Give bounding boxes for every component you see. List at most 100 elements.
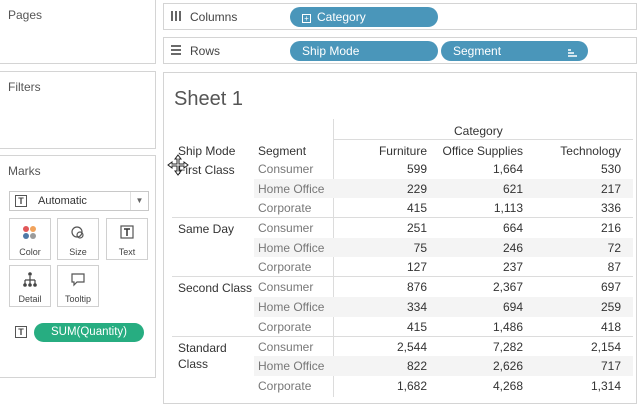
group-divider	[172, 335, 633, 337]
segment-header: Segment	[258, 144, 307, 158]
value-cell: 2,367	[492, 280, 523, 295]
value-cell: 72	[607, 240, 621, 255]
value-cell: 4,268	[492, 378, 523, 393]
category-pill-label: Category	[317, 10, 366, 24]
value-cell: 216	[600, 221, 621, 236]
pages-card[interactable]: Pages	[0, 0, 156, 64]
segment-label: Home Office	[258, 181, 325, 196]
chevron-down-icon[interactable]: ▼	[130, 192, 148, 210]
size-label: Size	[69, 247, 87, 257]
value-cell: 127	[406, 260, 427, 275]
group-divider	[172, 217, 633, 219]
value-cell: 697	[600, 280, 621, 295]
rows-icon	[170, 44, 182, 59]
segment-label: Home Office	[258, 300, 325, 314]
group-divider	[172, 276, 633, 278]
text-encoding-icon[interactable]: T	[15, 326, 27, 338]
text-icon	[107, 224, 147, 242]
value-cell: 664	[502, 221, 523, 236]
color-icon	[10, 224, 50, 242]
value-cell: 217	[600, 181, 621, 196]
value-cell: 1,664	[492, 162, 523, 176]
tooltip-label: Tooltip	[64, 294, 91, 304]
filters-card[interactable]: Filters	[0, 71, 156, 149]
ship-mode-label: Same Day	[178, 222, 235, 237]
value-cell: 415	[406, 319, 427, 334]
value-cell: 334	[406, 300, 427, 314]
value-cell: 229	[406, 181, 427, 196]
columns-shelf[interactable]: Columns + Category	[163, 3, 637, 30]
ship-mode-pill[interactable]: Ship Mode	[290, 41, 438, 61]
value-cell: 621	[502, 181, 523, 196]
value-cell: 599	[406, 162, 427, 176]
segment-label: Consumer	[258, 339, 314, 354]
segment-label: Home Office	[258, 240, 325, 255]
rows-shelf[interactable]: Rows Ship Mode Segment	[163, 37, 637, 64]
text-label: Text	[118, 247, 136, 257]
value-cell: 415	[406, 201, 427, 216]
mark-type-label: Automatic	[38, 195, 87, 207]
rows-label: Rows	[190, 44, 221, 58]
detail-label: Detail	[18, 294, 42, 304]
value-cell: 75	[413, 240, 427, 255]
value-cell: 1,486	[492, 319, 523, 334]
marks-title: Marks	[8, 164, 41, 178]
value-cell: 87	[607, 260, 621, 275]
segment-label: Consumer	[258, 280, 314, 295]
value-cell: 876	[406, 280, 427, 295]
value-cell: 694	[502, 300, 523, 314]
detail-button[interactable]: Detail	[9, 265, 51, 307]
category-header: Category	[454, 124, 503, 138]
worksheet-view[interactable]: Sheet 1 Category Ship Mode Segment Furnitur…	[163, 72, 637, 404]
color-label: Color	[19, 247, 41, 257]
segment-label: Corporate	[258, 260, 312, 275]
segment-label: Corporate	[258, 201, 312, 216]
sum-quantity-pill[interactable]: SUM(Quantity)	[34, 323, 144, 342]
color-button[interactable]: Color	[9, 218, 51, 260]
columns-label: Columns	[190, 10, 238, 24]
segment-pill-label: Segment	[453, 44, 502, 58]
column-header: Technology	[560, 144, 621, 158]
value-cell: 530	[600, 162, 621, 176]
value-cell: 2,626	[492, 359, 523, 374]
ship-mode-label: Second Class	[178, 281, 253, 296]
value-cell: 717	[600, 359, 621, 374]
sort-icon[interactable]	[566, 45, 578, 57]
segment-label: Corporate	[258, 378, 312, 393]
value-cell: 251	[406, 221, 427, 236]
ship-mode-label: First Class	[178, 163, 235, 177]
value-cell: 2,154	[590, 339, 621, 354]
size-icon	[58, 224, 98, 242]
tooltip-icon	[58, 271, 98, 289]
move-cursor-icon	[167, 154, 189, 176]
segment-label: Home Office	[258, 359, 325, 374]
expand-icon[interactable]: +	[302, 14, 311, 23]
column-header: Office Supplies	[442, 144, 524, 158]
pages-title: Pages	[8, 8, 43, 22]
text-button[interactable]: Text	[106, 218, 148, 260]
value-cell: 7,282	[492, 339, 523, 354]
ship-mode-label: Standard Class	[178, 340, 227, 371]
value-cell: 259	[600, 300, 621, 314]
segment-label: Corporate	[258, 319, 312, 334]
tooltip-button[interactable]: Tooltip	[57, 265, 99, 307]
value-cell: 237	[502, 260, 523, 275]
filters-title: Filters	[8, 80, 41, 94]
mark-type-dropdown[interactable]: T Automatic ▼	[9, 191, 149, 211]
segment-pill[interactable]: Segment	[441, 41, 588, 61]
category-pill[interactable]: + Category	[290, 7, 438, 27]
value-cell: 1,113	[493, 201, 523, 216]
value-cell: 418	[600, 319, 621, 334]
value-cell: 246	[502, 240, 523, 255]
value-cell: 1,314	[590, 378, 621, 393]
column-header: Furniture	[378, 144, 427, 158]
value-cell: 336	[600, 201, 621, 216]
segment-label: Consumer	[258, 221, 314, 236]
detail-icon	[10, 271, 50, 289]
value-cell: 2,544	[396, 339, 427, 354]
value-cell: 822	[406, 359, 427, 374]
value-cell: 1,682	[396, 378, 427, 393]
segment-label: Consumer	[258, 162, 314, 176]
header-divider	[333, 139, 633, 140]
size-button[interactable]: Size	[57, 218, 99, 260]
